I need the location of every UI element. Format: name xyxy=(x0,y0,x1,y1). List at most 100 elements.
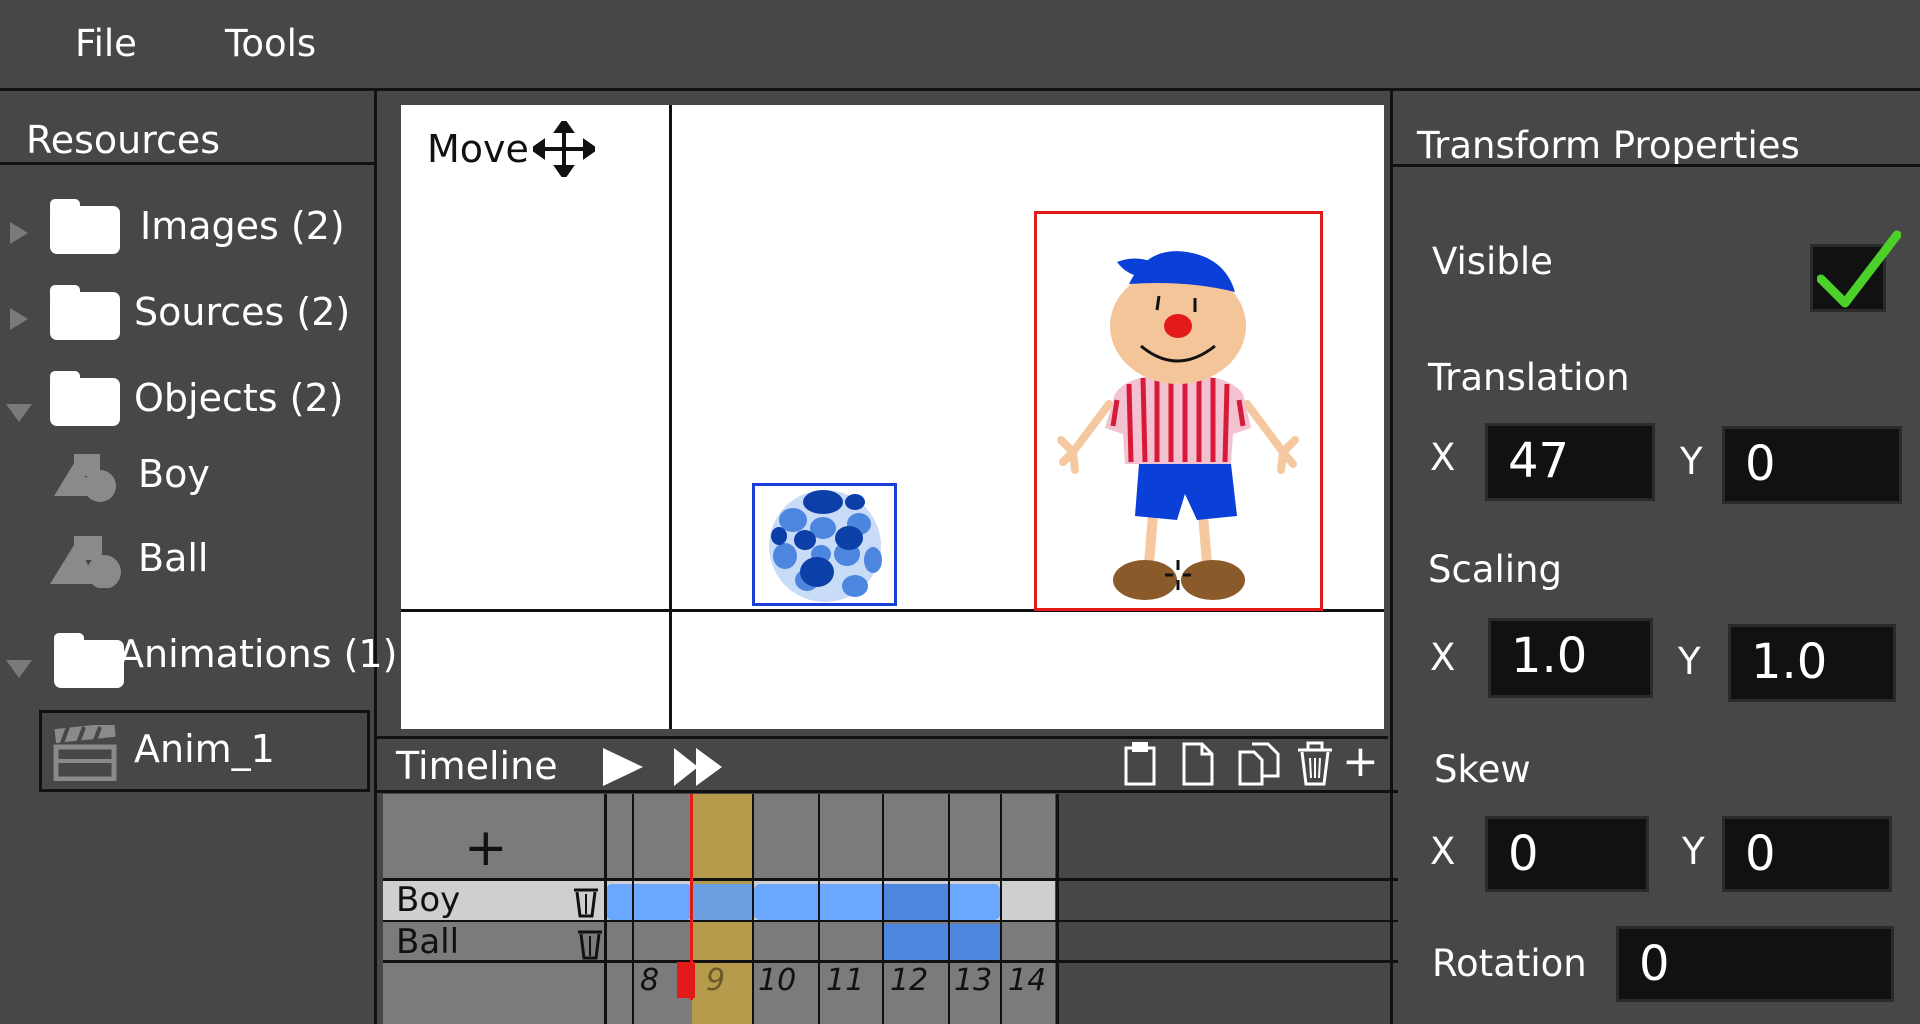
trash-icon[interactable] xyxy=(572,882,600,918)
timeline-title: Timeline xyxy=(396,744,558,788)
new-page-icon[interactable] xyxy=(1178,740,1218,788)
expand-arrow-icon[interactable] xyxy=(10,222,28,244)
visible-label: Visible xyxy=(1432,240,1553,283)
rotation-field[interactable]: 0 xyxy=(1616,926,1894,1002)
track-label-boy: Boy xyxy=(396,880,461,920)
collapse-arrow-icon[interactable] xyxy=(6,404,32,422)
grid-line xyxy=(383,920,1398,922)
translation-x-label: X xyxy=(1430,436,1456,479)
grid-line xyxy=(752,794,754,1024)
menu-tools[interactable]: Tools xyxy=(225,22,316,65)
scaling-label: Scaling xyxy=(1428,548,1562,591)
skew-label: Skew xyxy=(1434,748,1531,791)
tree-item-animations[interactable]: Animations (1) xyxy=(6,630,397,692)
translation-y-label: Y xyxy=(1680,440,1703,483)
tree-label-ball: Ball xyxy=(138,536,209,580)
folder-icon xyxy=(50,199,120,254)
scaling-x-label: X xyxy=(1430,636,1456,679)
skew-x-field[interactable]: 0 xyxy=(1485,816,1649,892)
grid-line xyxy=(383,878,1398,881)
grid-line xyxy=(604,794,607,1024)
properties-title: Transform Properties xyxy=(1417,124,1800,167)
resources-title: Resources xyxy=(26,118,221,162)
folder-icon xyxy=(50,371,120,426)
tree-label-images: Images (2) xyxy=(140,204,345,248)
timeline-header-line xyxy=(376,790,1398,793)
boy-image xyxy=(1057,251,1299,600)
trash-icon[interactable] xyxy=(576,924,604,960)
keyframe-block[interactable] xyxy=(606,884,692,920)
object-shapes-icon xyxy=(50,536,121,588)
play-icon[interactable] xyxy=(601,744,645,790)
scene-canvas[interactable]: Move xyxy=(401,105,1384,729)
frame-number: 9 xyxy=(706,963,726,998)
ball-sprite[interactable] xyxy=(752,483,897,606)
move-arrows-icon xyxy=(533,121,595,177)
grid-line xyxy=(948,794,950,1024)
frame-number: 12 xyxy=(890,963,929,998)
add-track-button[interactable]: + xyxy=(464,818,508,878)
frame-number: 8 xyxy=(640,963,660,998)
grid-line xyxy=(818,794,820,1024)
tree-label-sources: Sources (2) xyxy=(134,290,351,334)
right-panel-divider xyxy=(1390,88,1393,1024)
scaling-x-field[interactable]: 1.0 xyxy=(1488,618,1653,698)
translation-label: Translation xyxy=(1428,356,1630,399)
translation-x-field[interactable]: 47 xyxy=(1485,423,1655,501)
grid-line xyxy=(1056,794,1059,1024)
tree-label-animations: Animations (1) xyxy=(118,632,398,676)
frame-number: 14 xyxy=(1008,963,1047,998)
tool-label: Move xyxy=(427,127,529,171)
copy-icon[interactable] xyxy=(1236,740,1282,788)
clipboard-icon[interactable] xyxy=(1120,740,1160,788)
frame-number: 11 xyxy=(826,963,865,998)
add-layer-button[interactable]: + xyxy=(1342,736,1379,787)
folder-icon xyxy=(50,285,120,340)
fast-forward-icon[interactable] xyxy=(672,744,724,790)
ball-image xyxy=(769,490,882,602)
tree-label-objects: Objects (2) xyxy=(134,376,344,420)
keyframe-block[interactable] xyxy=(692,884,752,920)
menu-file[interactable]: File xyxy=(75,22,137,65)
tree-item-objects[interactable]: Objects (2) xyxy=(6,371,366,436)
properties-title-underline xyxy=(1392,164,1920,167)
skew-y-label: Y xyxy=(1682,830,1705,873)
playhead-handle[interactable] xyxy=(677,962,695,998)
skew-y-field[interactable]: 0 xyxy=(1722,816,1892,892)
tree-item-ball[interactable]: Ball xyxy=(48,532,348,594)
collapse-arrow-icon[interactable] xyxy=(6,660,32,678)
clapperboard-icon xyxy=(53,725,117,781)
tree-item-anim-1[interactable]: Anim_1 xyxy=(39,710,370,792)
rotation-label: Rotation xyxy=(1432,942,1587,985)
scaling-y-field[interactable]: 1.0 xyxy=(1728,624,1896,702)
skew-x-label: X xyxy=(1430,830,1456,873)
tree-label-anim-1: Anim_1 xyxy=(134,727,275,771)
expand-arrow-icon[interactable] xyxy=(10,308,28,330)
object-shapes-icon xyxy=(54,454,116,502)
checkmark-icon xyxy=(1817,230,1901,308)
canvas-y-axis xyxy=(669,105,672,729)
visible-checkbox[interactable] xyxy=(1810,230,1901,312)
timeline-divider xyxy=(376,736,1388,739)
folder-icon xyxy=(54,633,124,688)
left-panel-divider xyxy=(374,88,377,1024)
tree-label-boy: Boy xyxy=(138,452,210,496)
track-label-ball: Ball xyxy=(396,922,460,962)
grid-line xyxy=(1000,794,1002,1024)
frame-number: 13 xyxy=(954,963,993,998)
keyframe-block[interactable] xyxy=(884,924,1002,960)
frame-number: 10 xyxy=(758,963,797,998)
grid-line xyxy=(632,794,634,1024)
scaling-y-label: Y xyxy=(1678,640,1701,683)
tree-item-boy[interactable]: Boy xyxy=(50,448,350,510)
tree-item-sources[interactable]: Sources (2) xyxy=(10,285,370,348)
keyframe-block[interactable] xyxy=(884,884,950,920)
grid-line xyxy=(882,794,884,1024)
resources-title-underline xyxy=(0,162,376,165)
menubar-divider xyxy=(0,88,1920,91)
keyframe-block[interactable] xyxy=(754,884,1000,920)
translation-y-field[interactable]: 0 xyxy=(1722,426,1902,504)
boy-sprite[interactable] xyxy=(1034,211,1323,611)
tree-item-images[interactable]: Images (2) xyxy=(10,199,370,262)
trash-icon[interactable] xyxy=(1294,740,1336,788)
